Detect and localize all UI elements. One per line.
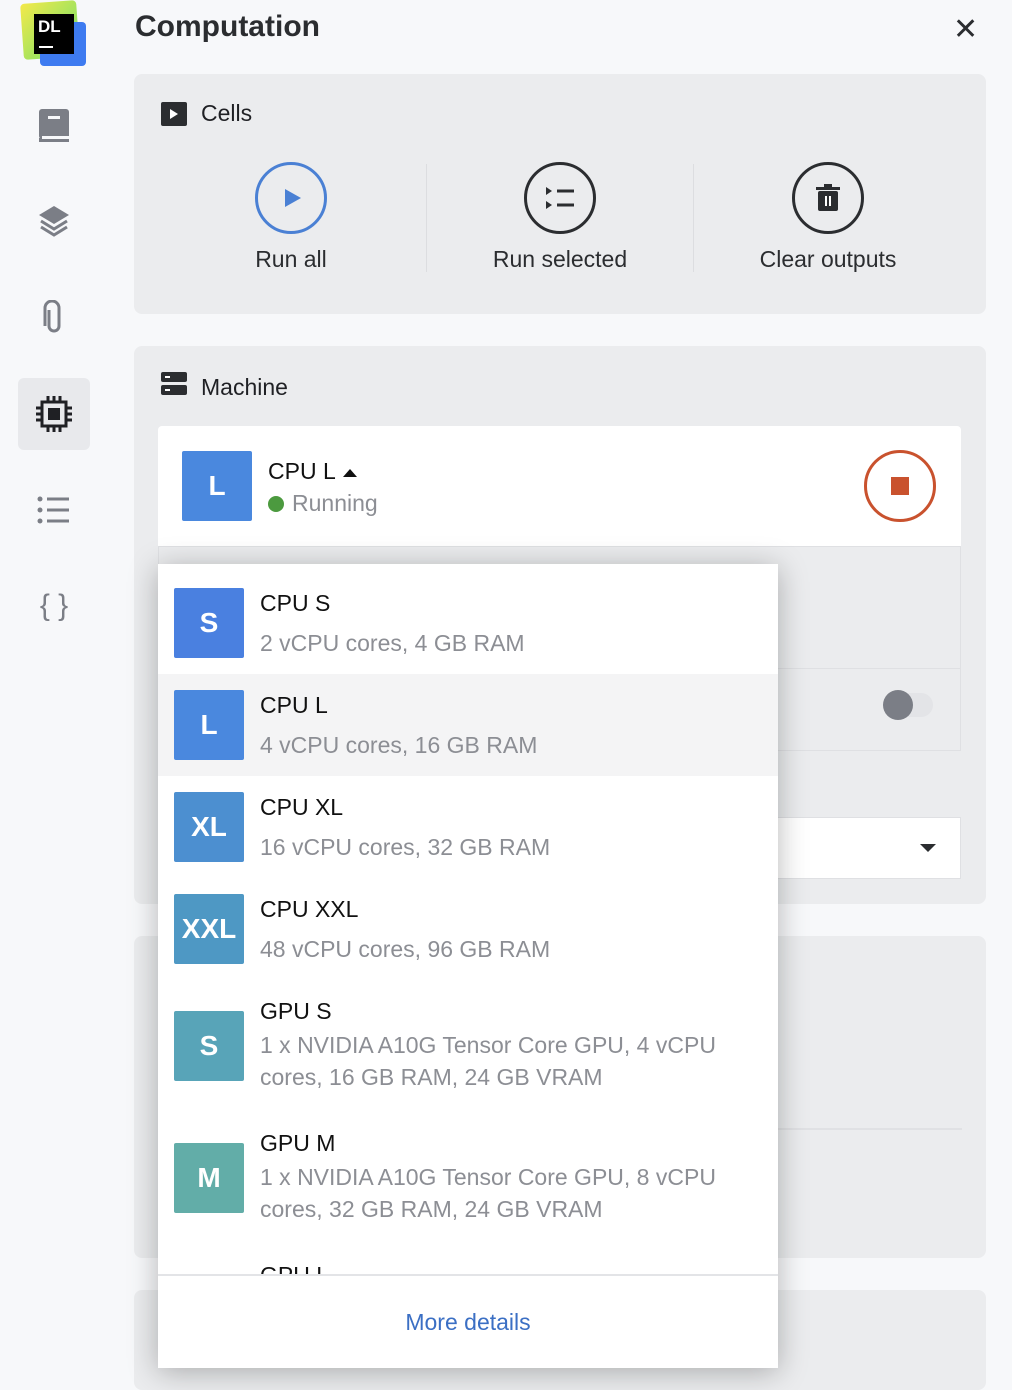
play-square-icon (161, 102, 187, 126)
option-desc: 16 vCPU cores, 32 GB RAM (260, 831, 760, 863)
option-desc: 48 vCPU cores, 96 GB RAM (260, 933, 760, 965)
stop-icon (891, 477, 909, 495)
layers-icon[interactable] (18, 186, 90, 258)
option-name: CPU S (260, 590, 760, 617)
machine-option-cpu-xl[interactable]: XL CPU XL 16 vCPU cores, 32 GB RAM (158, 776, 778, 878)
list-icon[interactable] (18, 474, 90, 546)
run-all-button[interactable]: Run all (161, 162, 421, 273)
machine-name: CPU L (268, 458, 335, 484)
more-details-link[interactable]: More details (405, 1309, 530, 1336)
clear-outputs-button[interactable]: Clear outputs (698, 162, 958, 273)
popup-footer: More details (158, 1274, 778, 1368)
option-badge: S (174, 588, 244, 658)
page-title: Computation (135, 10, 320, 44)
machine-title: Machine (201, 374, 288, 401)
machine-option-cpu-l[interactable]: L CPU L 4 vCPU cores, 16 GB RAM (158, 674, 778, 776)
machine-option-cpu-s[interactable]: S CPU S 2 vCPU cores, 4 GB RAM (158, 574, 778, 674)
play-icon (255, 162, 327, 234)
option-name: CPU XXL (260, 896, 760, 923)
option-desc: 4 vCPU cores, 16 GB RAM (260, 729, 760, 761)
app-logo: DL (22, 2, 86, 66)
option-name: CPU L (260, 692, 760, 719)
current-machine-card[interactable]: L CPU L Running (158, 426, 961, 546)
server-icon (161, 372, 187, 402)
machine-option-gpu-s[interactable]: S GPU S 1 x NVIDIA A10G Tensor Core GPU, … (158, 980, 778, 1112)
status-dot-icon (268, 496, 284, 512)
option-desc: 2 vCPU cores, 4 GB RAM (260, 627, 760, 659)
option-badge: M (174, 1143, 244, 1213)
run-selected-icon (524, 162, 596, 234)
machine-option-gpu-l[interactable]: GPU L (158, 1244, 778, 1274)
machine-dropdown-menu: S CPU S 2 vCPU cores, 4 GB RAM L CPU L 4 v… (158, 564, 778, 1368)
option-name: GPU L (260, 1262, 329, 1274)
cells-panel: Cells Run all Run selected Clear outputs (134, 74, 986, 314)
option-badge: L (174, 690, 244, 760)
braces-icon[interactable]: { } (18, 570, 90, 642)
toggle-switch[interactable] (883, 693, 933, 717)
caret-up-icon (343, 469, 357, 477)
option-badge: S (174, 1011, 244, 1081)
option-badge: XL (174, 792, 244, 862)
chip-icon[interactable] (18, 378, 90, 450)
option-name: GPU S (260, 998, 760, 1025)
option-name: CPU XL (260, 794, 760, 821)
machine-option-gpu-m[interactable]: M GPU M 1 x NVIDIA A10G Tensor Core GPU, … (158, 1112, 778, 1244)
option-desc: 1 x NVIDIA A10G Tensor Core GPU, 8 vCPU … (260, 1161, 760, 1225)
run-selected-button[interactable]: Run selected (430, 162, 690, 273)
stop-button[interactable] (864, 450, 936, 522)
close-icon[interactable]: ✕ (953, 12, 978, 47)
option-name: GPU M (260, 1130, 760, 1157)
chevron-down-icon (920, 844, 936, 852)
machine-option-cpu-xxl[interactable]: XXL CPU XXL 48 vCPU cores, 96 GB RAM (158, 878, 778, 980)
trash-icon (792, 162, 864, 234)
machine-selector[interactable]: CPU L (268, 458, 357, 485)
paperclip-icon[interactable] (18, 282, 90, 354)
option-badge: XXL (174, 894, 244, 964)
machine-status: Running (292, 490, 378, 517)
machine-badge: L (182, 451, 252, 521)
book-icon[interactable] (18, 90, 90, 162)
cells-title: Cells (201, 100, 252, 127)
option-desc: 1 x NVIDIA A10G Tensor Core GPU, 4 vCPU … (260, 1029, 760, 1093)
logo-text: DL (34, 14, 74, 54)
